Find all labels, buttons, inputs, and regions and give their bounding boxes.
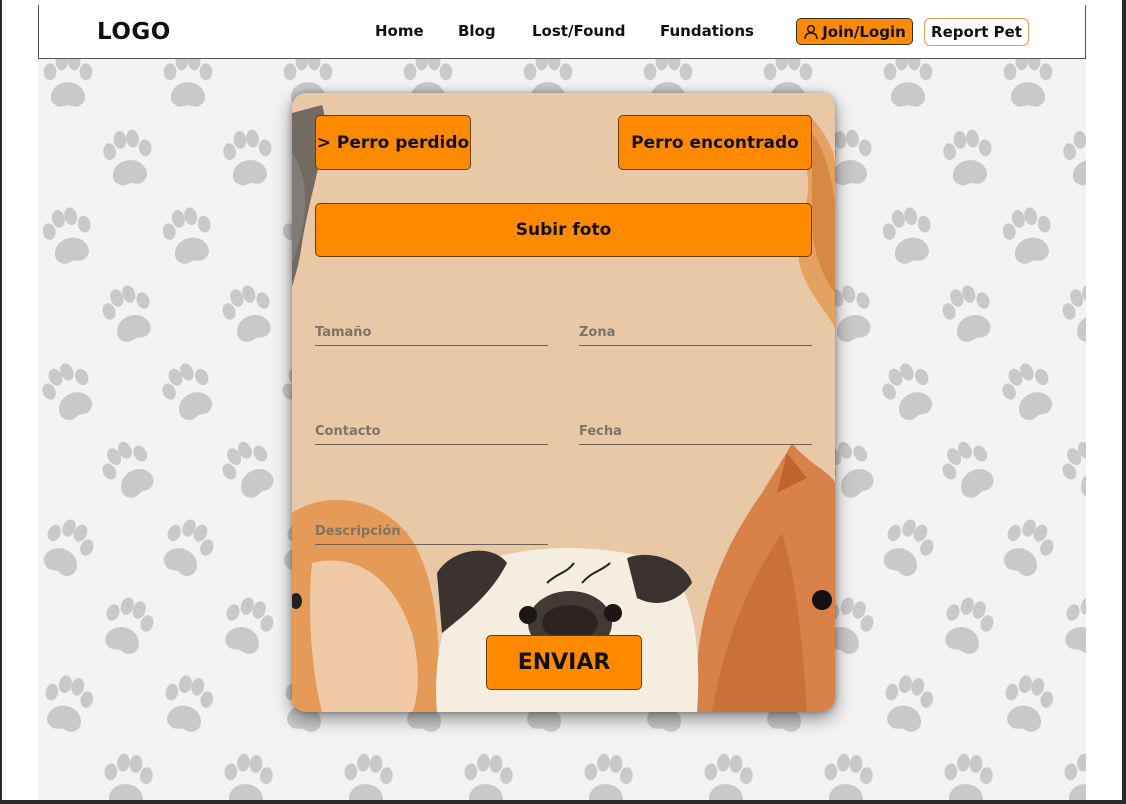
description-field[interactable] xyxy=(315,519,548,545)
zone-input[interactable] xyxy=(579,320,812,345)
report-pet-button[interactable]: Report Pet xyxy=(924,18,1029,46)
contact-field[interactable] xyxy=(315,419,548,445)
date-input[interactable] xyxy=(579,419,812,444)
logo[interactable]: LOGO xyxy=(97,19,171,45)
submit-button[interactable]: ENVIAR xyxy=(486,635,642,690)
upload-photo-button[interactable]: Subir foto xyxy=(315,203,812,257)
navbar: LOGO Home Blog Lost/Found Fundations Joi… xyxy=(38,5,1086,59)
join-login-button[interactable]: Join/Login xyxy=(796,18,913,45)
lost-dog-button[interactable]: > Perro perdido xyxy=(315,115,471,170)
page-frame: LOGO Home Blog Lost/Found Fundations Joi… xyxy=(2,0,1122,800)
nav-link-blog[interactable]: Blog xyxy=(458,22,496,40)
found-dog-button[interactable]: Perro encontrado xyxy=(618,115,812,170)
report-form-card: > Perro perdido Perro encontrado Subir f… xyxy=(292,93,835,712)
size-input[interactable] xyxy=(315,320,548,345)
dogs-illustration xyxy=(292,105,835,712)
nav-link-lost-found[interactable]: Lost/Found xyxy=(532,22,625,40)
description-input[interactable] xyxy=(315,519,548,544)
contact-input[interactable] xyxy=(315,419,548,444)
zone-field[interactable] xyxy=(579,320,812,346)
join-login-label: Join/Login xyxy=(822,22,906,41)
size-field[interactable] xyxy=(315,320,548,346)
nav-link-home[interactable]: Home xyxy=(375,22,424,40)
user-icon xyxy=(804,24,818,39)
nav-link-fundations[interactable]: Fundations xyxy=(660,22,754,40)
date-field[interactable] xyxy=(579,419,812,445)
